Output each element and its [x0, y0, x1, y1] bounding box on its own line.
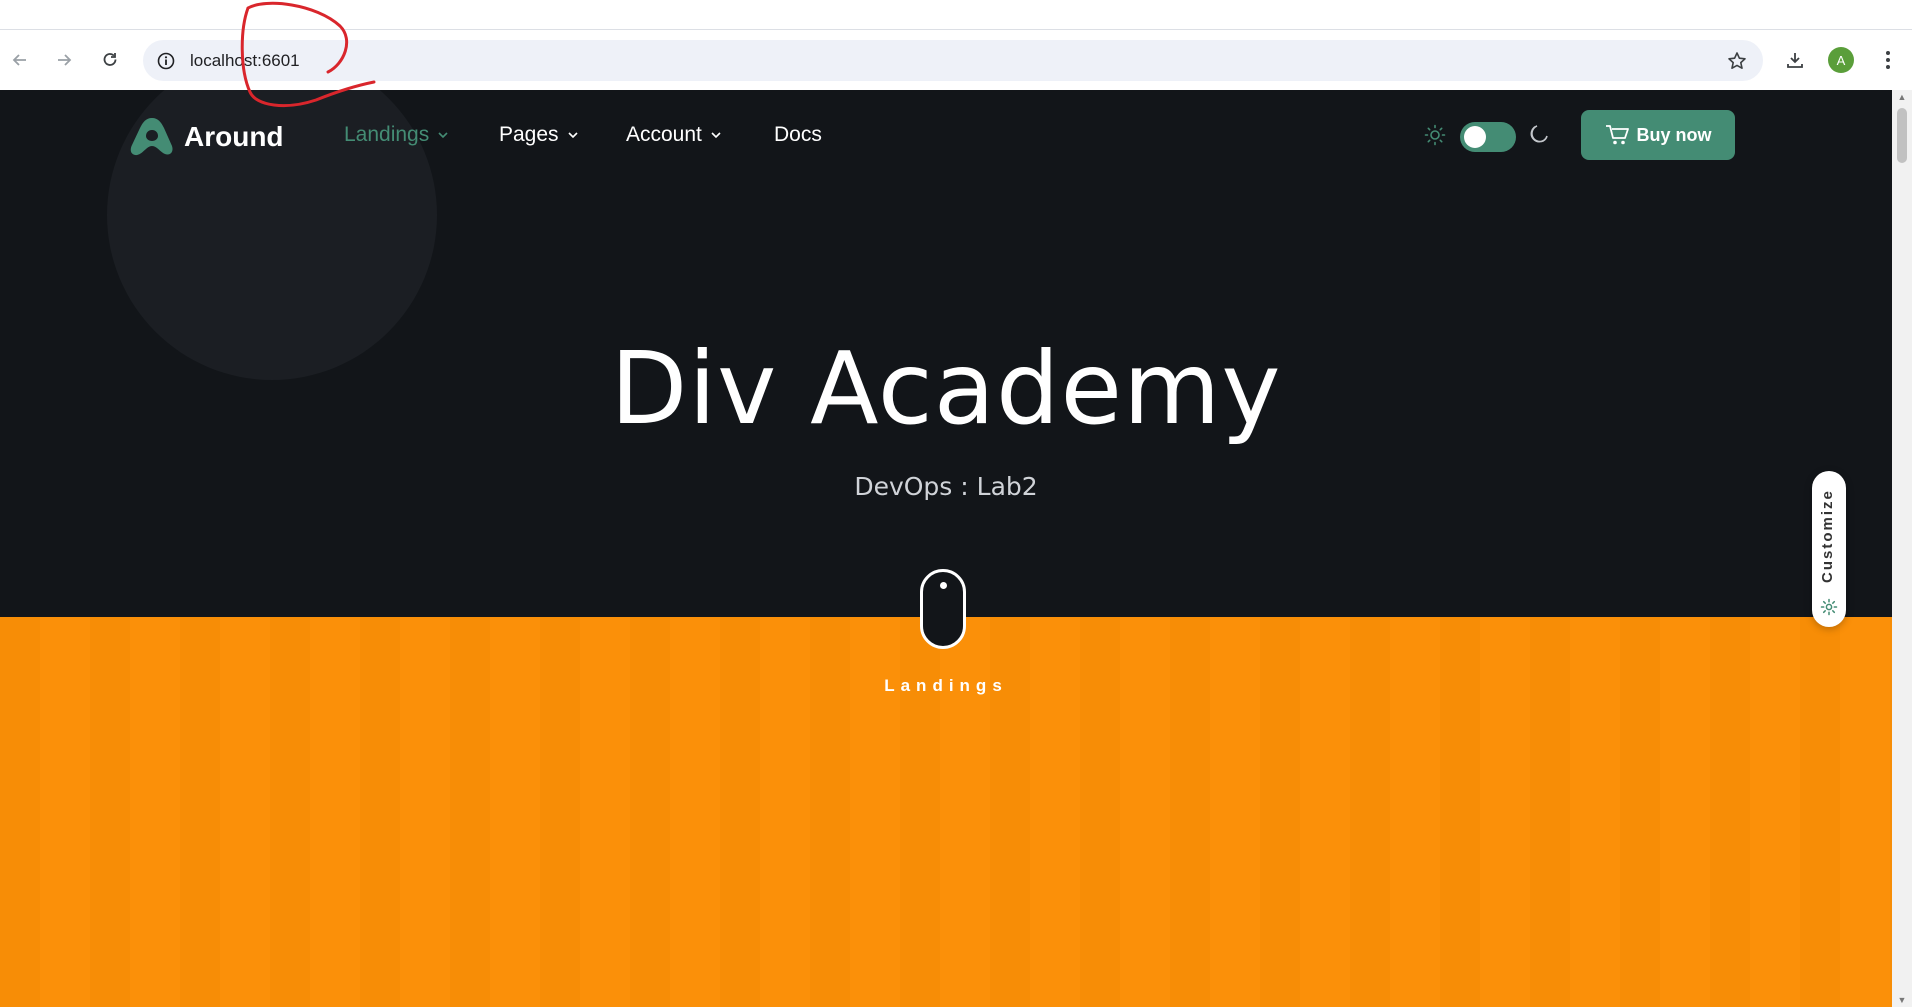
- buy-now-label: Buy now: [1636, 124, 1712, 145]
- download-icon[interactable]: [1779, 44, 1811, 76]
- browser-tab-strip: [0, 0, 1912, 30]
- theme-mode-toggle[interactable]: [1460, 122, 1516, 152]
- forward-icon[interactable]: [48, 44, 80, 76]
- gear-icon: [1820, 598, 1838, 616]
- chevron-down-icon: [567, 132, 578, 139]
- hero-subtitle: DevOps : Lab2: [854, 472, 1038, 501]
- buy-now-button[interactable]: Buy now: [1581, 110, 1735, 160]
- toggle-knob: [1464, 126, 1486, 148]
- scroll-section-label[interactable]: Landings: [0, 676, 1892, 696]
- cart-icon: [1605, 125, 1629, 145]
- nav-item-pages[interactable]: Pages: [499, 123, 579, 147]
- bookmark-star-icon[interactable]: [1725, 49, 1749, 73]
- menu-kebab-icon[interactable]: [1872, 44, 1904, 76]
- nav-item-label: Account: [626, 123, 702, 146]
- moon-icon: [1530, 125, 1548, 143]
- profile-avatar[interactable]: A: [1828, 47, 1854, 73]
- nav-item-landings[interactable]: Landings: [344, 123, 449, 147]
- chevron-down-icon: [438, 132, 448, 139]
- mouse-wheel-dot: [940, 582, 947, 589]
- scroll-up-arrow-icon[interactable]: ▲: [1897, 92, 1907, 102]
- scrollbar-thumb[interactable]: [1897, 108, 1907, 163]
- page-scrollbar[interactable]: ▲ ▼: [1892, 90, 1912, 1007]
- nav-item-docs[interactable]: Docs: [774, 123, 822, 147]
- reload-icon[interactable]: [94, 44, 126, 76]
- nav-item-label: Docs: [774, 123, 822, 146]
- page-viewport: Around Landings Pages Account Docs Buy n…: [0, 90, 1892, 1007]
- address-bar[interactable]: localhost:6601: [143, 40, 1763, 81]
- nav-item-label: Landings: [344, 123, 430, 146]
- hero-title: Div Academy: [610, 330, 1282, 447]
- site-info-icon[interactable]: [155, 50, 177, 72]
- address-url[interactable]: localhost:6601: [190, 51, 300, 71]
- brand-name: Around: [184, 121, 284, 152]
- brand-link[interactable]: Around: [130, 116, 284, 158]
- browser-toolbar: localhost:6601 A: [0, 30, 1912, 90]
- site-navbar: Around Landings Pages Account Docs Buy n…: [0, 90, 1892, 185]
- nav-item-account[interactable]: Account: [626, 123, 722, 147]
- back-icon[interactable]: [4, 44, 36, 76]
- nav-item-label: Pages: [499, 123, 559, 146]
- customize-label: Customize: [1819, 489, 1836, 583]
- scroll-down-arrow-icon[interactable]: ▼: [1897, 995, 1907, 1005]
- scroll-down-mouse-icon[interactable]: [920, 569, 966, 649]
- sun-icon: [1424, 124, 1446, 146]
- around-logo-icon: [130, 118, 173, 156]
- chevron-down-icon: [711, 132, 721, 139]
- customize-button[interactable]: Customize: [1812, 471, 1846, 627]
